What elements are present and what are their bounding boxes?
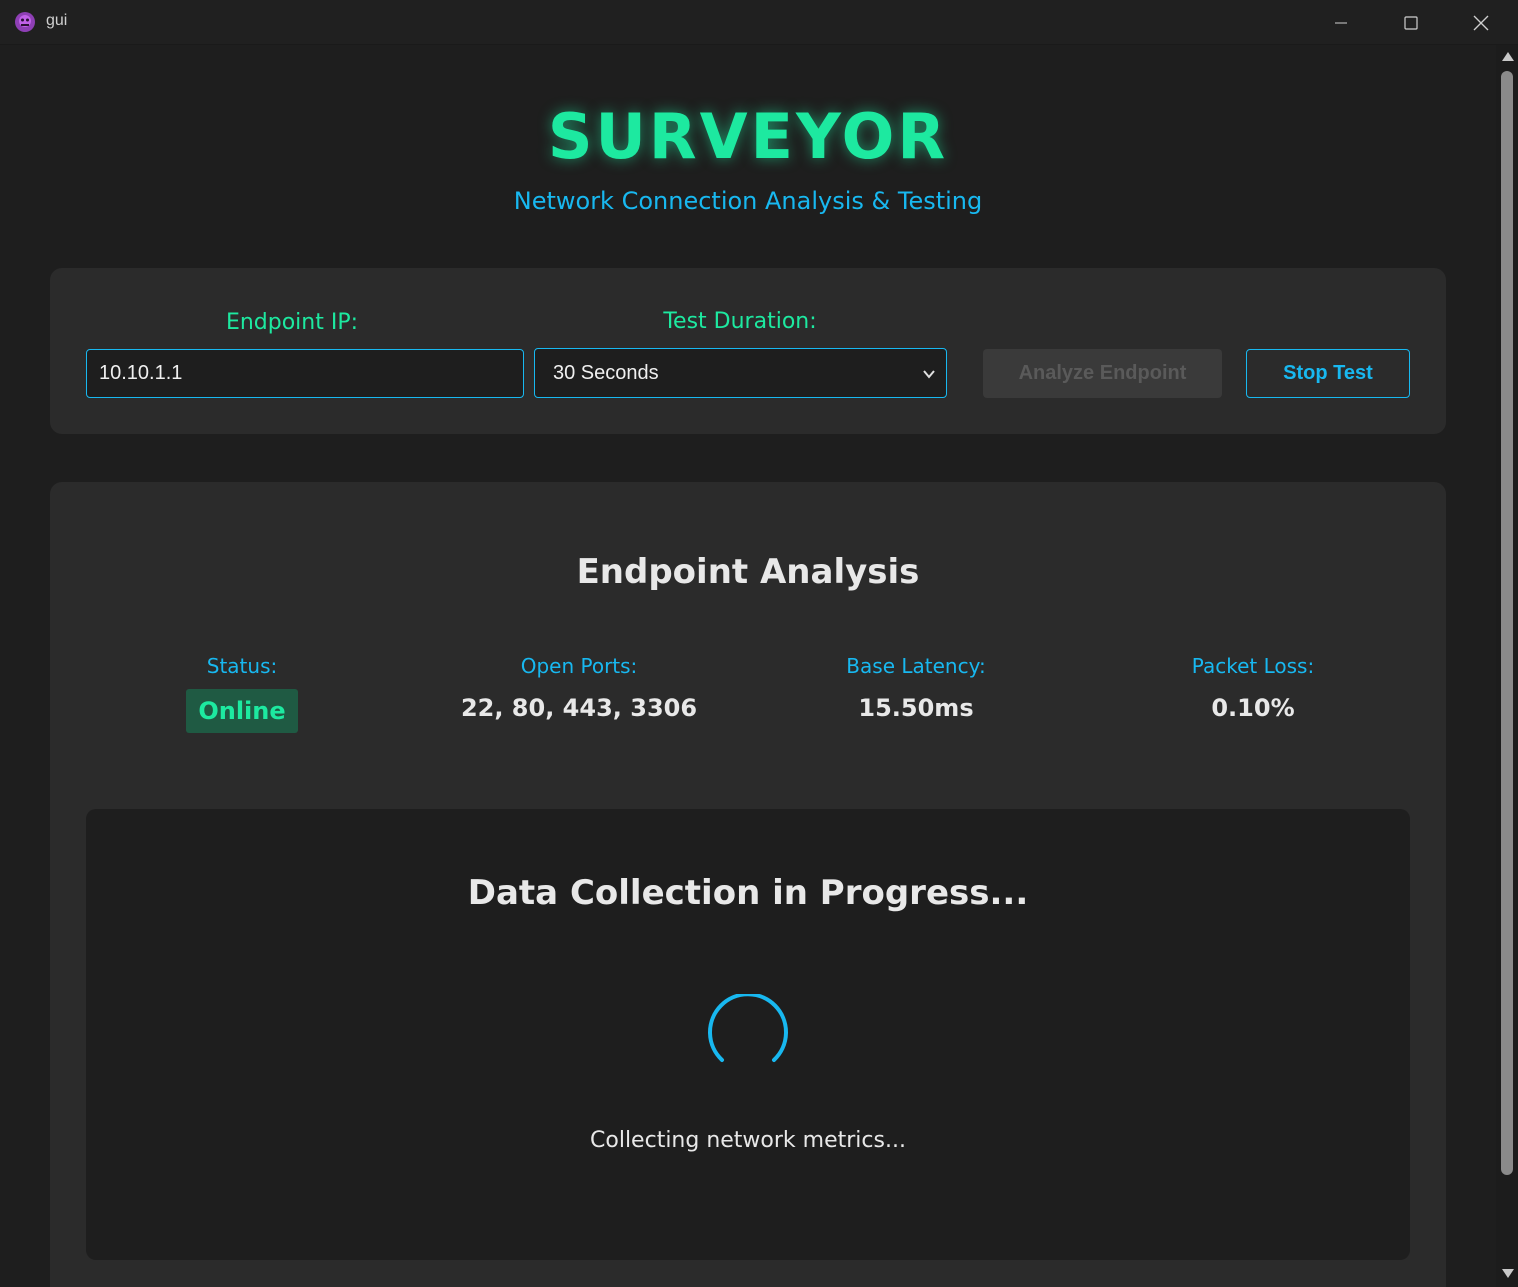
base-latency-metric: Base Latency: 15.50ms — [756, 654, 1076, 722]
endpoint-analysis-title: Endpoint Analysis — [576, 552, 920, 592]
window-title: gui — [46, 12, 68, 29]
maximize-button[interactable] — [1376, 0, 1446, 45]
close-icon — [1473, 15, 1489, 30]
minimize-icon — [1335, 22, 1347, 23]
chevron-down-icon — [923, 370, 935, 379]
app-title: SURVEYOR — [547, 100, 949, 173]
packet-loss-value: 0.10% — [1211, 694, 1295, 722]
close-button[interactable] — [1446, 0, 1516, 45]
app-subtitle: Network Connection Analysis & Testing — [513, 187, 983, 215]
stop-test-button[interactable]: Stop Test — [1246, 349, 1410, 398]
data-collection-panel: Data Collection in Progress... Collectin… — [86, 809, 1410, 1260]
test-duration-value: 30 Seconds — [553, 361, 659, 384]
base-latency-label: Base Latency: — [846, 654, 986, 678]
app-logo-icon — [15, 12, 35, 32]
packet-loss-metric: Packet Loss: 0.10% — [1093, 654, 1413, 722]
window-titlebar: gui — [0, 0, 1518, 45]
endpoint-analysis-card: Endpoint Analysis Status: Online Open Po… — [50, 482, 1446, 1287]
scroll-up-arrow-icon[interactable] — [1502, 52, 1514, 61]
status-metric: Status: Online — [82, 654, 402, 733]
base-latency-value: 15.50ms — [858, 694, 974, 722]
vertical-scrollbar[interactable] — [1496, 45, 1518, 1287]
packet-loss-label: Packet Loss: — [1191, 654, 1315, 678]
open-ports-value: 22, 80, 443, 3306 — [460, 694, 698, 722]
progress-message: Collecting network metrics... — [590, 1128, 906, 1153]
controls-card: Endpoint IP: Test Duration: 30 Seconds A… — [50, 268, 1446, 434]
app-content: SURVEYOR Network Connection Analysis & T… — [0, 45, 1496, 1287]
endpoint-ip-input[interactable] — [86, 349, 524, 398]
status-label: Status: — [206, 654, 278, 678]
scrollbar-thumb[interactable] — [1501, 71, 1513, 1175]
progress-title: Data Collection in Progress... — [467, 873, 1029, 913]
open-ports-label: Open Ports: — [520, 654, 638, 678]
maximize-icon — [1404, 15, 1418, 30]
test-duration-select[interactable]: 30 Seconds — [534, 348, 947, 398]
analyze-endpoint-button[interactable]: Analyze Endpoint — [983, 349, 1222, 398]
status-badge: Online — [186, 689, 298, 733]
open-ports-metric: Open Ports: 22, 80, 443, 3306 — [419, 654, 739, 722]
endpoint-ip-label: Endpoint IP: — [225, 310, 359, 335]
minimize-button[interactable] — [1306, 0, 1376, 45]
scroll-down-arrow-icon[interactable] — [1502, 1269, 1514, 1278]
test-duration-label: Test Duration: — [663, 309, 817, 334]
loading-spinner-icon — [708, 994, 788, 1062]
